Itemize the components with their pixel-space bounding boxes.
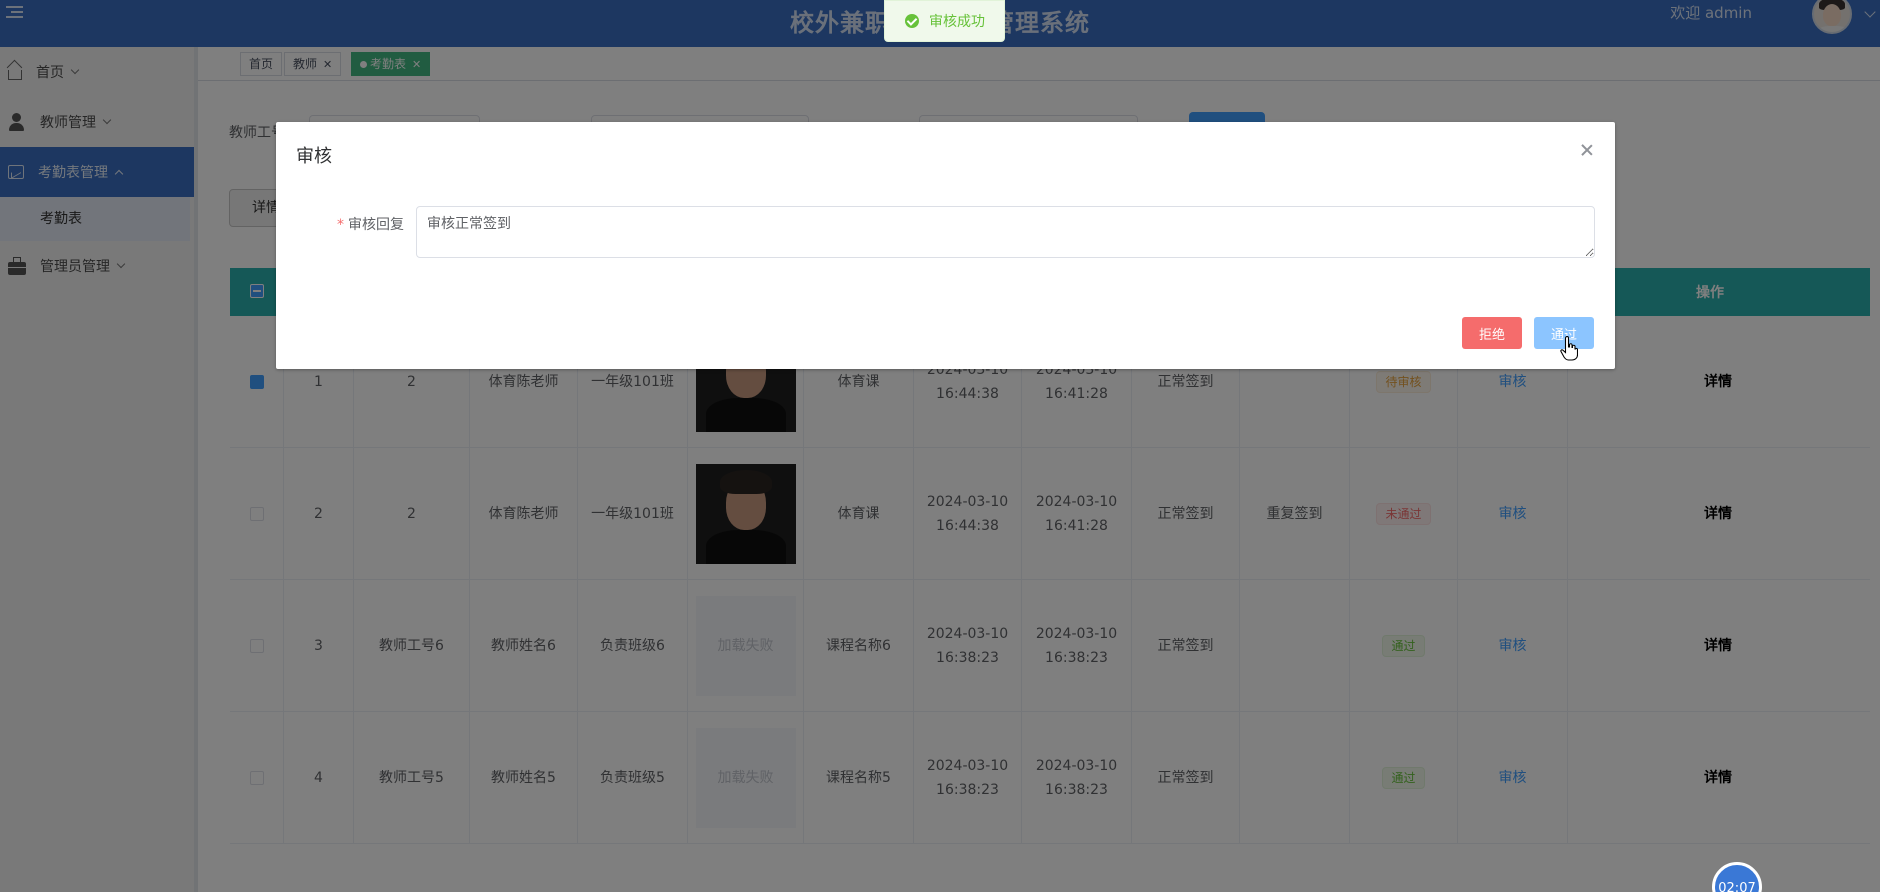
dialog-title: 审核	[296, 146, 332, 167]
hand-cursor-icon	[1560, 336, 1578, 361]
success-toast: 审核成功	[884, 0, 1005, 42]
toast-message: 审核成功	[929, 14, 985, 30]
reject-button[interactable]: 拒绝	[1462, 317, 1522, 349]
audit-reply-textarea[interactable]: 审核正常签到	[416, 206, 1595, 258]
audit-dialog: 审核 * 审核回复 审核正常签到 拒绝 通过	[276, 122, 1615, 369]
close-icon[interactable]	[1579, 142, 1595, 158]
success-check-icon	[905, 14, 919, 28]
reply-label: * 审核回复	[337, 217, 404, 233]
